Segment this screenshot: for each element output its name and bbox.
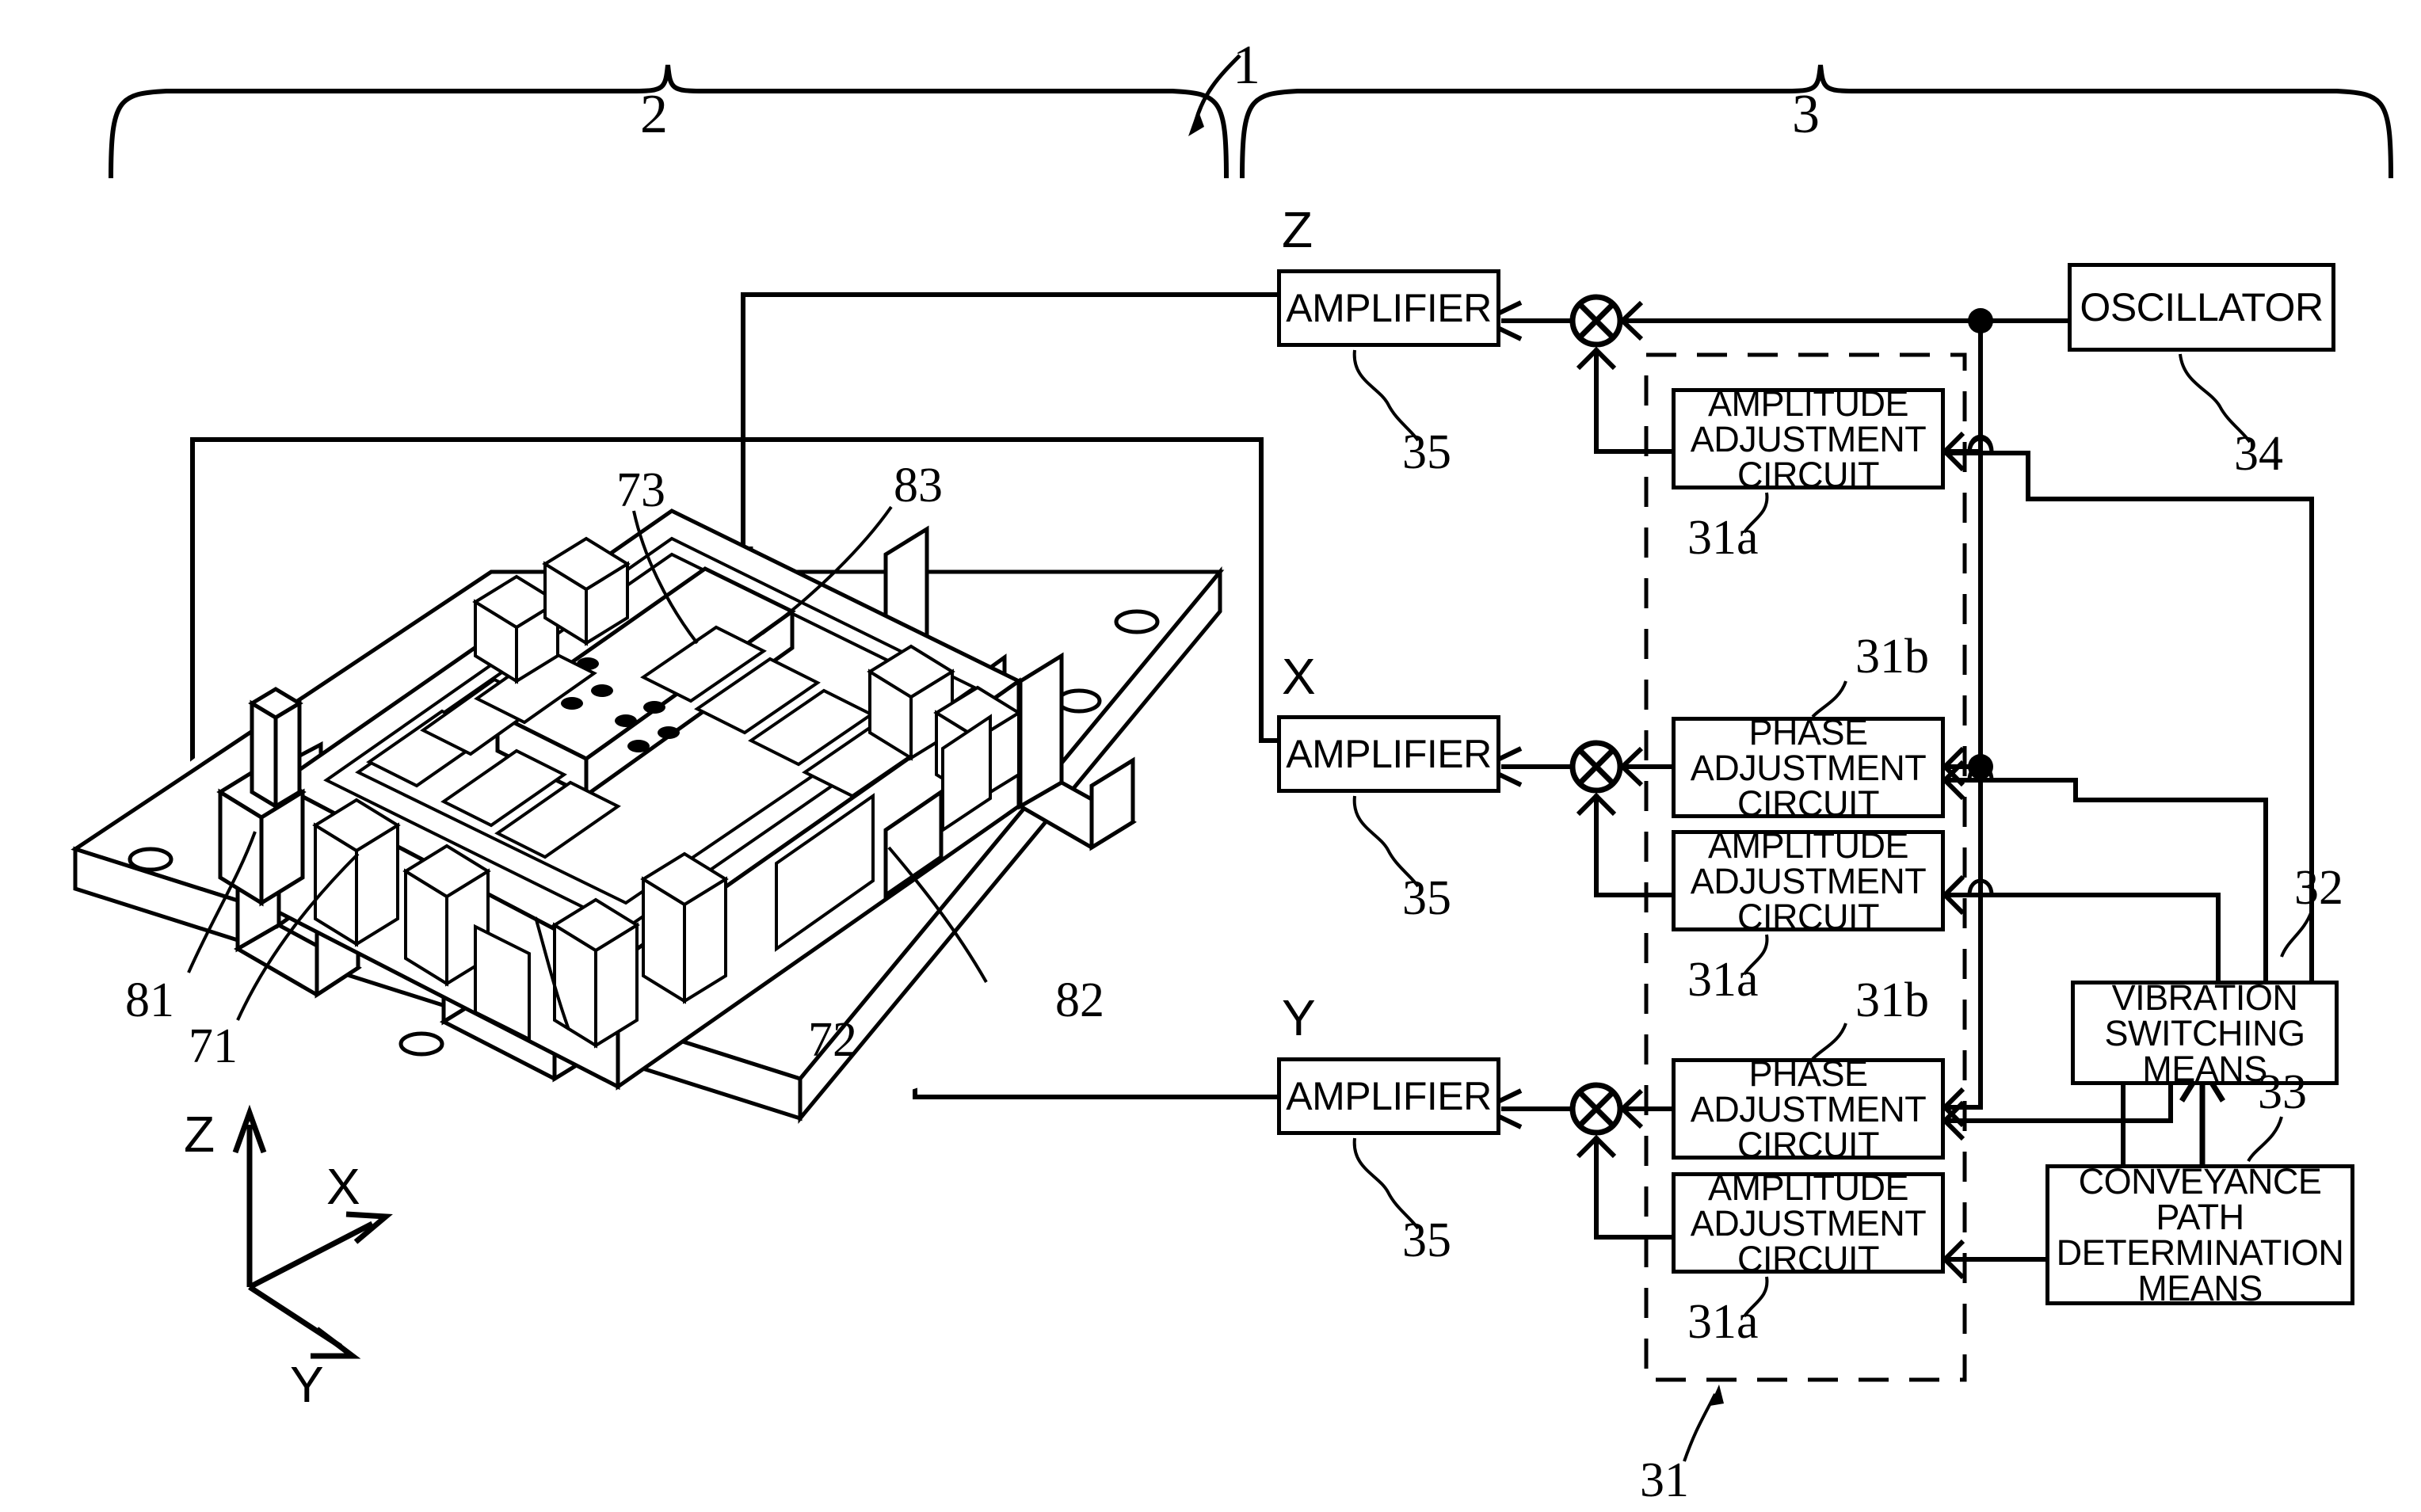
section-1-ref: 1 [1233,35,1260,96]
conveyance-path-ref: 33 [2258,1065,2307,1119]
piezo-y-ref: 82 [1055,973,1104,1027]
piezo-x-ref: 81 [125,973,174,1027]
amp-adj-z-line1: AMPLITUDE [1707,383,1909,424]
patent-figure: AMPLIFIER AMPLIFIER AMPLIFIER OSCILLATOR… [0,0,2421,1512]
amplifier-x-label: AMPLIFIER [1286,732,1492,776]
amp-adj-x-line3: CIRCUIT [1737,896,1879,937]
phase-adj-x-ref: 31b [1855,630,1929,684]
piezo-z-ref: 83 [894,459,943,512]
section-2-ref: 2 [640,84,668,145]
amp-adj-y-ref: 31a [1687,1295,1759,1349]
cpd-line1: CONVEYANCE [2078,1161,2322,1202]
axis-y-label: Y [290,1356,324,1413]
phase-adj-y-line3: CIRCUIT [1737,1124,1879,1165]
amplifier-z-block[interactable]: AMPLIFIER [1277,269,1500,347]
amplitude-adjustment-z-block[interactable]: AMPLITUDE ADJUSTMENT CIRCUIT [1672,383,1945,493]
piezo-81 [216,687,307,907]
upper-stage-ref: 73 [616,463,665,517]
vsw-line1: VIBRATION [2111,977,2298,1018]
amp-adj-x-ref: 31a [1687,953,1759,1007]
amp-adj-x-line1: AMPLITUDE [1707,825,1909,866]
amp-adj-y-line1: AMPLITUDE [1707,1167,1909,1208]
amplitude-adjustment-y-block[interactable]: AMPLITUDE ADJUSTMENT CIRCUIT [1672,1167,1945,1279]
amplitude-adjustment-x-block[interactable]: AMPLITUDE ADJUSTMENT CIRCUIT [1672,825,1945,935]
leader-32 [2280,910,2313,958]
amp-adj-x-line2: ADJUSTMENT [1690,860,1927,901]
leader-33 [2247,1116,2283,1163]
amplifier-z-ref: 35 [1402,425,1451,479]
phase-adj-y-ref: 31b [1855,973,1929,1027]
axis-x-label: X [326,1158,360,1215]
axis-z-label: Z [184,1106,215,1163]
mixer-z [1569,294,1623,348]
channel-y-label: Y [1282,989,1316,1046]
amp-adj-z-line2: ADJUSTMENT [1690,418,1927,459]
oscillator-block[interactable]: OSCILLATOR [2068,263,2335,352]
phase-adj-x-line3: CIRCUIT [1737,783,1879,824]
brace-section-2 [109,64,1229,179]
cpd-line4: MEANS [2137,1268,2263,1308]
amp-adj-z-ref: 31a [1687,511,1759,565]
phase-adj-x-line2: ADJUSTMENT [1690,747,1927,788]
phase-adj-x-line1: PHASE [1748,711,1868,752]
signal-group-ref: 31 [1640,1453,1689,1507]
amp-adj-z-line3: CIRCUIT [1737,454,1879,495]
cpd-line2: PATH [2156,1197,2244,1237]
channel-x-label: X [1282,648,1316,705]
amp-adj-y-line3: CIRCUIT [1737,1238,1879,1279]
amplifier-x-ref: 35 [1402,871,1451,925]
oscillator-label: OSCILLATOR [2080,285,2324,329]
mixer-x [1569,740,1623,794]
amplifier-y-label: AMPLIFIER [1286,1074,1492,1118]
leader-ref-31 [1683,1384,1724,1462]
channel-z-label: Z [1282,201,1313,258]
mixer-y [1569,1082,1623,1136]
amplifier-y-ref: 35 [1402,1213,1451,1267]
vsw-control-bus [1945,451,2314,1262]
vsw-line2: SWITCHING [2104,1012,2305,1053]
amplifier-y-block[interactable]: AMPLIFIER [1277,1057,1500,1135]
cpd-line3: DETERMINATION [2056,1232,2344,1273]
wire-z-feed [733,292,1277,564]
section-3-ref: 3 [1792,84,1820,145]
phase-adj-y-line2: ADJUSTMENT [1690,1088,1927,1129]
amplifier-z-label: AMPLIFIER [1286,286,1492,330]
stage-body-ref: 72 [808,1013,857,1067]
conveyance-path-determination-means-block[interactable]: CONVEYANCE PATH DETERMINATION MEANS [2045,1161,2354,1308]
amp-adj-y-line2: ADJUSTMENT [1690,1202,1927,1243]
amplifier-x-block[interactable]: AMPLIFIER [1277,715,1500,793]
base-plate-ref: 71 [189,1019,238,1073]
phase-adj-y-line1: PHASE [1748,1053,1868,1094]
phase-adjustment-x-block[interactable]: PHASE ADJUSTMENT CIRCUIT [1672,711,1945,824]
axis-triad [232,1104,393,1359]
vibration-switching-ref: 32 [2294,861,2343,915]
oscillator-ref: 34 [2234,427,2283,481]
phase-adjustment-y-block[interactable]: PHASE ADJUSTMENT CIRCUIT [1672,1053,1945,1165]
